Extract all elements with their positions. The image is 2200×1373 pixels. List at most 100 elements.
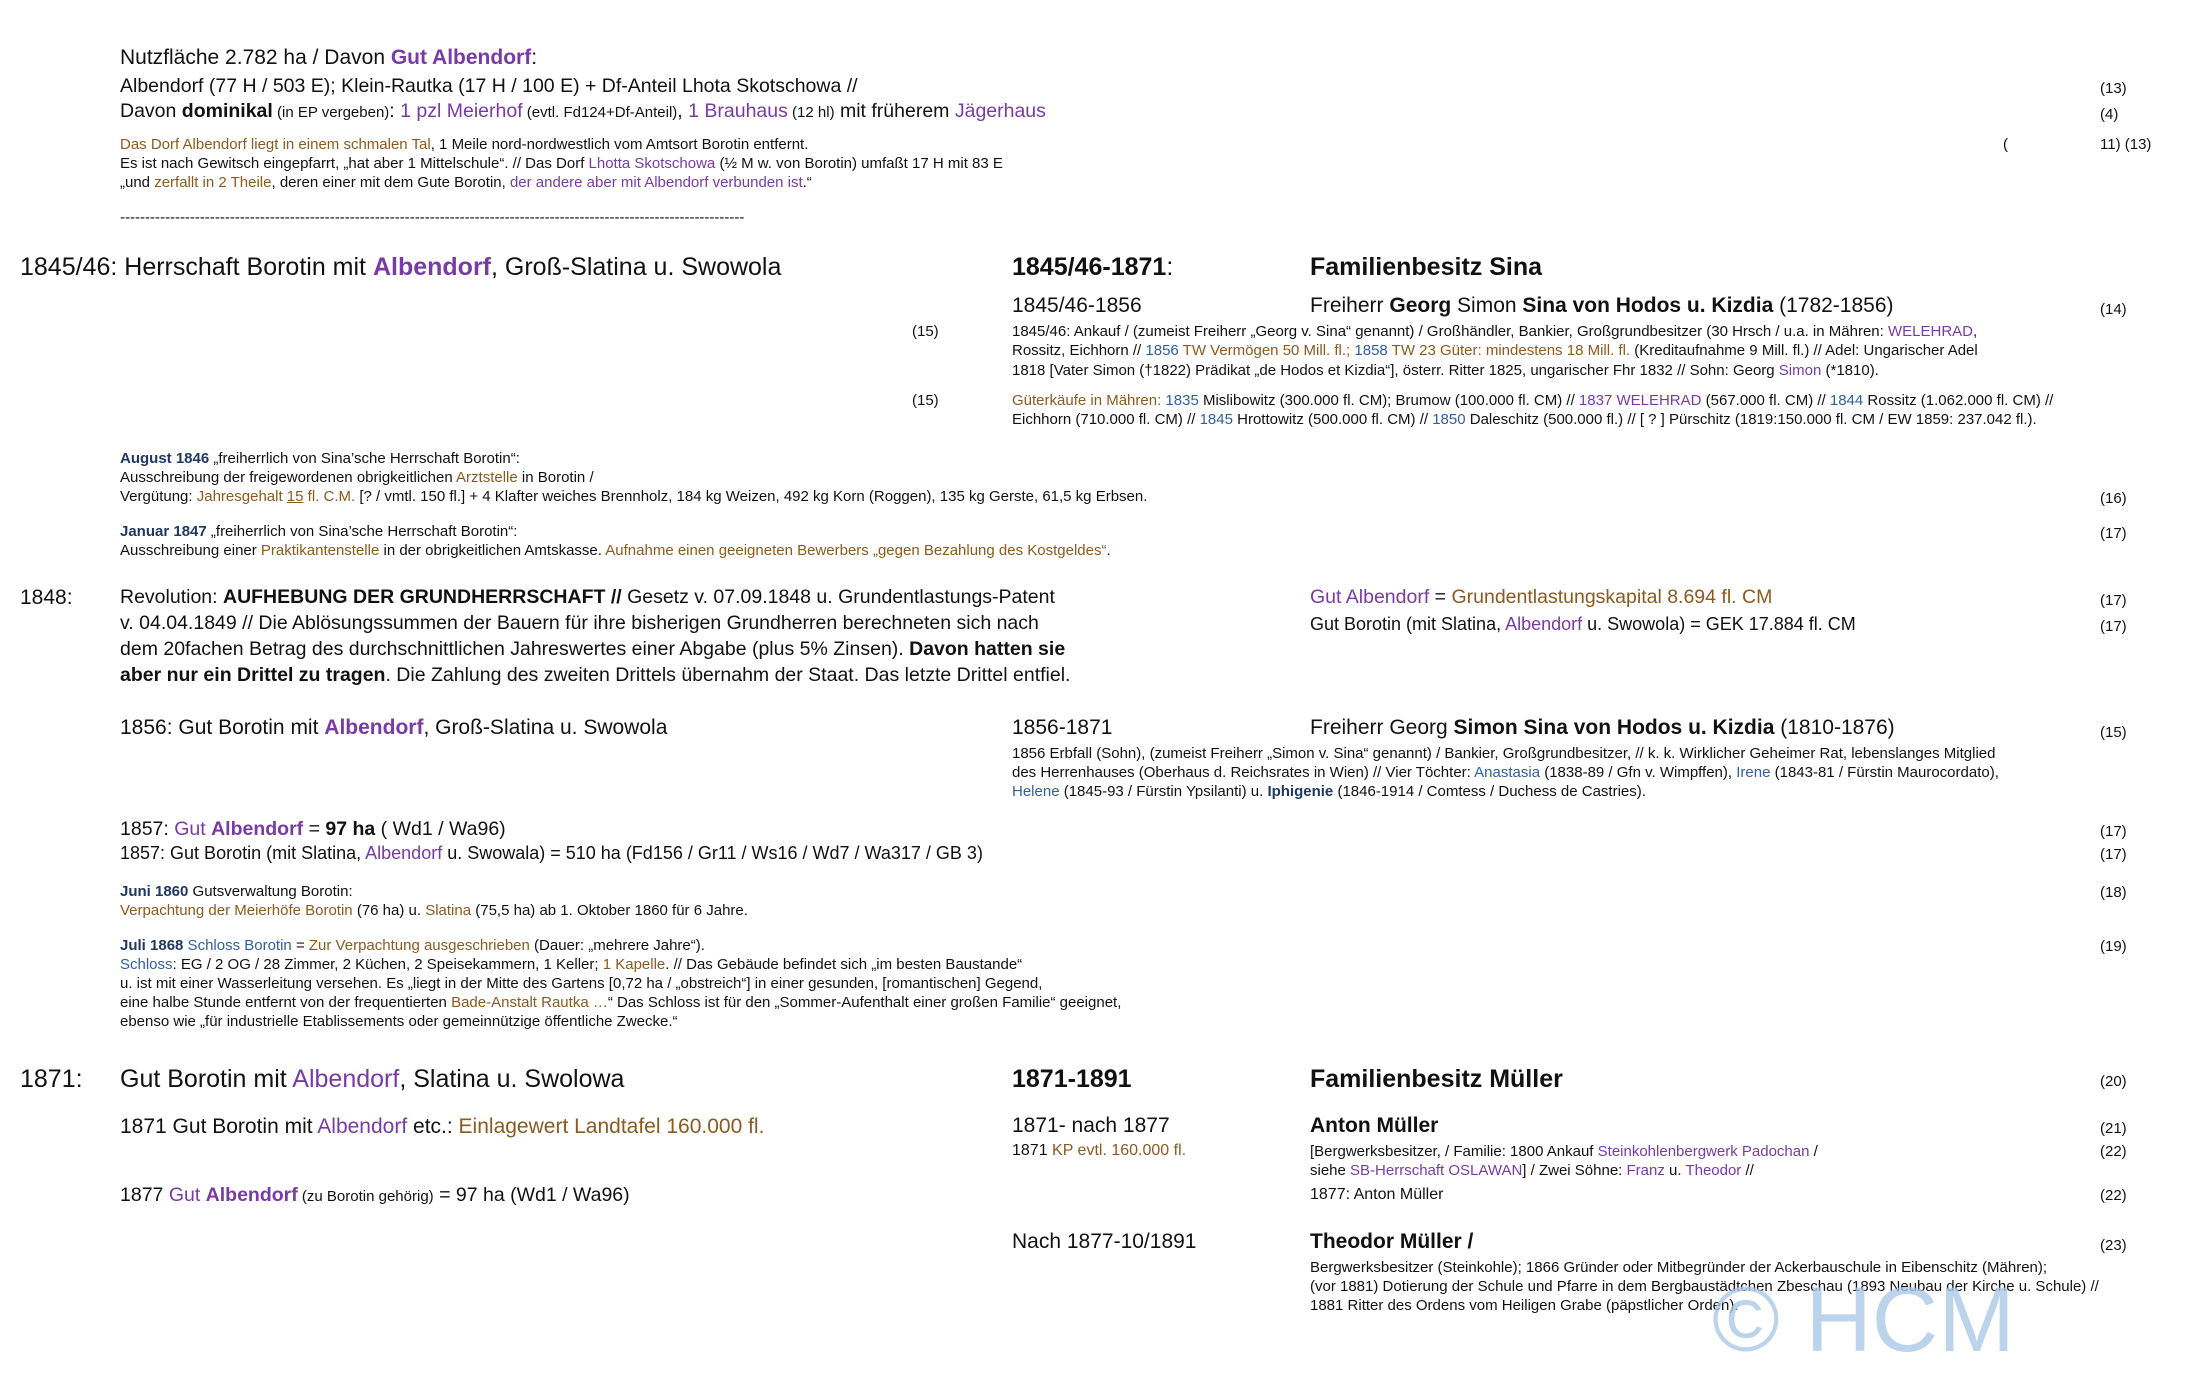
text: Gut — [168, 1184, 206, 1206]
text: Gut Borotin (mit Slatina, — [1310, 614, 1506, 634]
sec1848-line-4: aber nur ein Drittel zu tragen. Die Zahl… — [120, 664, 1070, 687]
sec1856-period: 1856-1871 — [1012, 716, 1113, 739]
text: etc.: — [407, 1115, 459, 1138]
text: (1846-1914 / Comtess / Duchess de Castri… — [1333, 783, 1646, 800]
sec1848-line-3: dem 20fachen Betrag des durchschnittlich… — [120, 638, 1065, 661]
text: des Herrenhauses (Oberhaus d. Reichsrate… — [1012, 764, 1475, 781]
sec1871-year: 1871: — [20, 1065, 83, 1093]
text: = — [291, 937, 309, 954]
sec1871-period-3: Nach 1877-10/1891 — [1012, 1230, 1197, 1253]
gut-albendorf-label: Gut Albendorf — [390, 46, 532, 69]
ref-11-13: 11) (13) — [2100, 136, 2152, 153]
ref-15: (15) — [912, 323, 939, 340]
text: zerfallt in 2 Theile — [154, 174, 272, 191]
sec1848-right-2: Gut Borotin (mit Slatina, Albendorf u. S… — [1310, 614, 1856, 635]
text: Simon — [1778, 362, 1822, 379]
text: (12 hl) — [787, 104, 835, 121]
text: , Slatina u. Swolowa — [399, 1065, 625, 1093]
text: Güterkäufe in Mähren: — [1012, 392, 1166, 409]
sec1871-owner-2-detail-1: [Bergwerksbesitzer, / Familie: 1800 Anka… — [1310, 1143, 1818, 1160]
text: : — [531, 46, 538, 69]
text: Freiherr Georg — [1310, 716, 1454, 739]
text: Lhotta Skotschowa — [588, 155, 716, 172]
text: u. Swowola) = GEK 17.884 fl. CM — [1582, 614, 1856, 634]
text: (75,5 ha) ab 1. Oktober 1860 für 6 Jahre… — [471, 902, 748, 919]
jul1868-line-3: u. ist mit einer Wasserleitung versehen.… — [120, 975, 1043, 992]
text: , Groß-Slatina u. Swowola — [423, 716, 668, 739]
text: Mislibowitz (300.000 fl. CM); Brumow (10… — [1198, 392, 1579, 409]
text: Simon Sina von Hodos u. Kizdia — [1453, 716, 1775, 739]
aug1846-line-2: Ausschreibung der freigewordenen obrigke… — [120, 469, 594, 486]
text: Arztstelle — [456, 469, 518, 486]
text: Gutsverwaltung Borotin: — [188, 883, 353, 900]
text: Irene — [1736, 764, 1771, 781]
text: 1877 — [120, 1184, 169, 1206]
text: Jägerhaus — [954, 100, 1046, 122]
sec1871-owner-2: Anton Müller — [1310, 1114, 1439, 1137]
text: Es ist nach Gewitsch eingepfarrt, „hat a… — [120, 155, 589, 172]
text: [? / vmtl. 150 fl.] + 4 Klafter weiches … — [355, 488, 1148, 505]
header-para-1: Das Dorf Albendorf liegt in einem schmal… — [120, 136, 808, 153]
text: in der obrigkeitlichen Amtskasse. — [379, 542, 606, 559]
jun1860-line-1: Juni 1860 Gutsverwaltung Borotin: — [120, 883, 353, 900]
text: , 1 Meile nord-nordwestlich vom Amtsort … — [430, 136, 809, 153]
text: , — [1973, 323, 1978, 340]
sec1856-detail-1: 1856 Erbfall (Sohn), (zumeist Freiherr „… — [1012, 745, 1996, 762]
sec1845-detail-3: 1818 [Vater Simon (†1822) Prädikat „de H… — [1012, 362, 1879, 379]
text: (in EP vergeben) — [272, 104, 390, 121]
text: (evtl. Fd124+Df-Anteil) — [522, 104, 678, 121]
text: (567.000 fl. CM) // — [1701, 392, 1830, 409]
text: (1843-81 / Fürstin Maurocordato), — [1770, 764, 1999, 781]
ref-20: (20) — [2100, 1073, 2127, 1090]
text: Schloss Borotin — [183, 937, 292, 954]
sec1845-sub-period: 1845/46-1856 — [1012, 294, 1142, 317]
text: Das Dorf Albendorf liegt in einem schmal… — [120, 136, 431, 153]
sec1871-owner-2-detail-2: siehe SB-Herrschaft OSLAWAN] / Zwei Söhn… — [1310, 1162, 1754, 1179]
text: 1845 — [1199, 411, 1233, 428]
sec1856-detail-2: des Herrenhauses (Oberhaus d. Reichsrate… — [1012, 764, 1999, 781]
text: 1845/46-1871 — [1012, 253, 1167, 281]
text: Gut Borotin mit — [120, 1065, 293, 1093]
text: Bade-Anstalt Rautka … — [451, 994, 608, 1011]
jan1847-line-1: Januar 1847 „freiherrlich von Sina’sche … — [120, 523, 517, 540]
text: Simon — [1451, 294, 1523, 317]
sec1871-period: 1871-1891 — [1012, 1065, 1132, 1093]
ref-17: (17) — [2100, 525, 2127, 542]
text: 1818 [Vater Simon (†1822) Prädikat „de H… — [1012, 362, 1779, 379]
text: (1782-1856) — [1773, 294, 1894, 317]
text: [Bergwerksbesitzer, / Familie: 1800 Anka… — [1310, 1143, 1598, 1160]
header-para-3: „und zerfallt in 2 Theile, deren einer m… — [120, 174, 812, 191]
ref-17: (17) — [2100, 618, 2127, 635]
text: 97 ha — [325, 818, 376, 840]
text: Aufnahme einen geeigneten Bewerbers „geg… — [605, 542, 1107, 559]
text: Rossitz, Eichhorn // — [1012, 342, 1146, 359]
text: 1871 — [1012, 1142, 1053, 1159]
ref-18: (18) — [2100, 884, 2127, 901]
text: Helene — [1012, 783, 1060, 800]
text: Vergütung: — [120, 488, 197, 505]
text: . — [1106, 542, 1111, 559]
text: Albendorf — [372, 253, 491, 281]
date-label: Januar 1847 — [120, 523, 207, 540]
text: . // Das Gebäude befindet sich „im beste… — [665, 956, 1023, 973]
text: Anastasia — [1474, 764, 1541, 781]
text: Franz — [1626, 1162, 1665, 1179]
text: (76 ha) u. — [352, 902, 426, 919]
text: mit früherem — [834, 100, 955, 122]
text: u. — [1664, 1162, 1686, 1179]
text: Gut Albendorf — [1310, 586, 1430, 608]
sec1871-owner-2-detail-3: 1877: Anton Müller — [1310, 1186, 1444, 1203]
header-para-2: Es ist nach Gewitsch eingepfarrt, „hat a… — [120, 155, 1003, 172]
text: Iphigenie — [1267, 783, 1334, 800]
ref-paren: ( — [2003, 136, 2008, 153]
date-label: Juli 1868 — [120, 937, 184, 954]
sec1848-year: 1848: — [20, 586, 73, 609]
text: Grundentlastungskapital 8.694 fl. CM — [1451, 586, 1773, 608]
ref-4: (4) — [2100, 106, 2119, 123]
date-label: August 1846 — [120, 450, 210, 467]
text: : — [1166, 253, 1174, 281]
text: der andere aber mit Albendorf verbunden … — [509, 174, 803, 191]
header-line-dominikal: Davon dominikal (in EP vergeben): 1 pzl … — [120, 100, 1046, 123]
text: 1844 — [1829, 392, 1864, 409]
text: Steinkohlenbergwerk Padochan — [1597, 1143, 1810, 1160]
